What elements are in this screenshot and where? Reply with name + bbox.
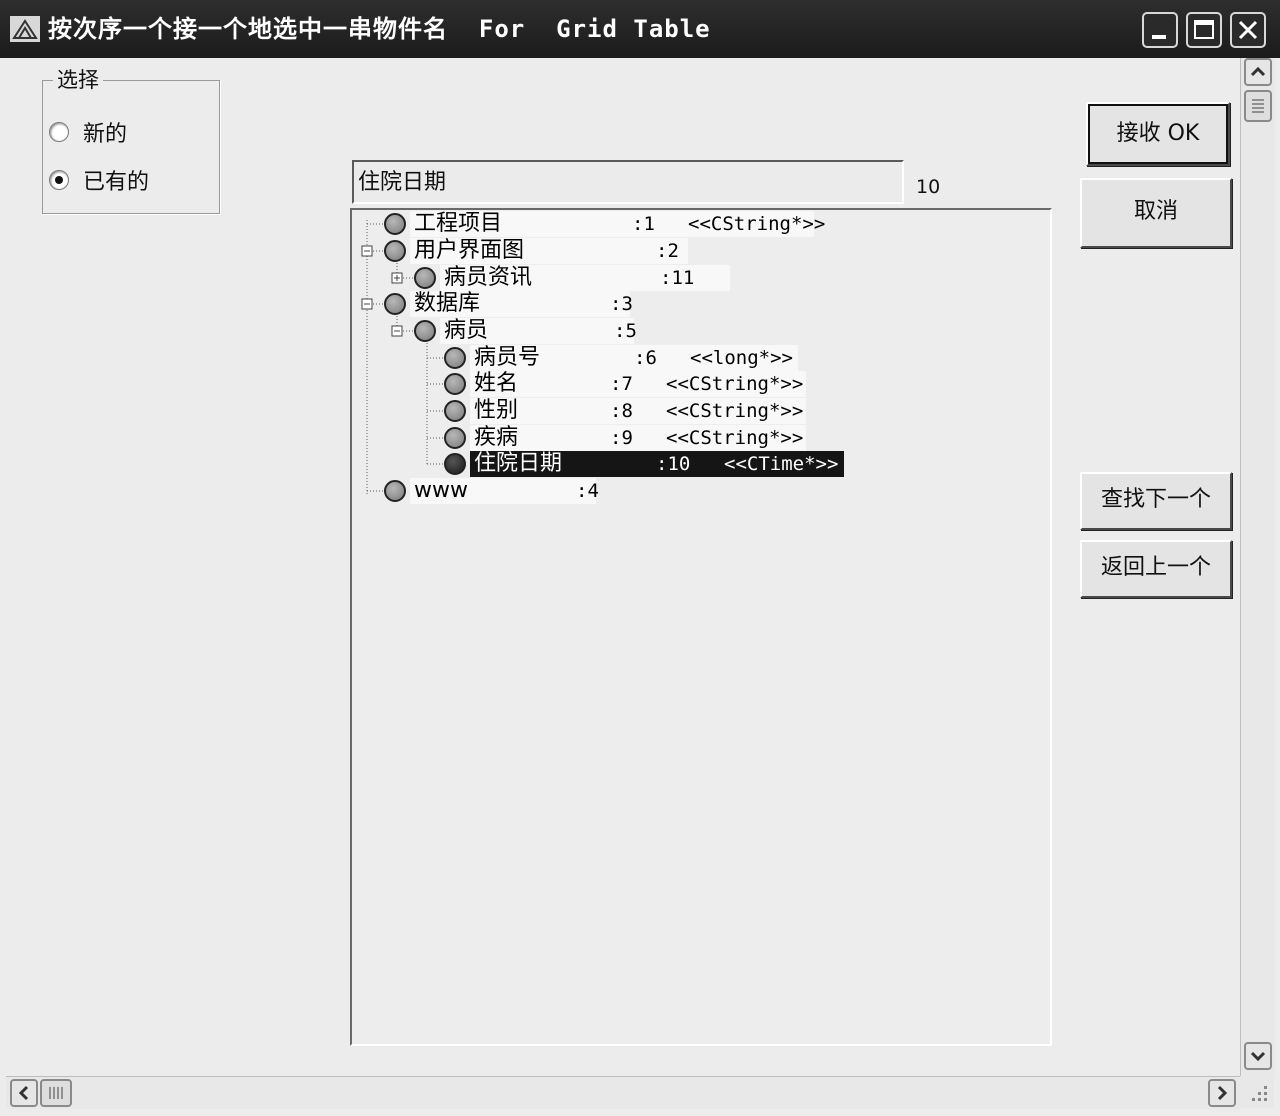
node-name: www: [414, 478, 468, 503]
close-button[interactable]: [1230, 12, 1266, 48]
grip-icon: [49, 1087, 63, 1099]
client-area: 选择 新的 已有的 住院日期 10 工程项目:1 <<CString*>> 用…: [6, 58, 1240, 1076]
dialog-window: 按次序一个接一个地选中一串物件名 For Grid Table 选择 新的 已有…: [0, 0, 1280, 1116]
node-name: 用户界面图: [414, 238, 525, 263]
radio-existing-label: 已有的: [83, 170, 150, 195]
radio-dot-icon: [55, 176, 63, 184]
cancel-button[interactable]: 取消: [1080, 178, 1232, 248]
chevron-right-icon: [1217, 1085, 1228, 1101]
horizontal-scroll-thumb[interactable]: [40, 1079, 72, 1107]
node-name: 病员资讯: [444, 265, 533, 290]
maximize-button[interactable]: [1186, 12, 1222, 48]
node-type: <<CString*>>: [666, 427, 804, 449]
node-index: :10: [656, 453, 691, 475]
scroll-left-button[interactable]: [10, 1079, 38, 1107]
chevron-left-icon: [18, 1085, 29, 1101]
close-icon: [1238, 20, 1258, 40]
node-index: :2: [656, 240, 679, 262]
node-circle-icon: [384, 240, 406, 262]
node-circle-icon: [444, 453, 466, 475]
radio-circle-icon[interactable]: [49, 170, 69, 190]
horizontal-scrollbar[interactable]: [6, 1076, 1240, 1109]
node-name: 数据库: [414, 291, 481, 316]
chevron-up-icon: [1250, 66, 1266, 77]
node-type: <<CString*>>: [688, 213, 826, 235]
maximize-icon: [1194, 20, 1214, 39]
scroll-up-button[interactable]: [1244, 58, 1272, 86]
object-tree[interactable]: 工程项目 :1 <<CString*>> 用户界面图 :2 病员资讯 :11 数…: [350, 208, 1052, 1046]
node-name: 病员: [444, 318, 489, 343]
find-next-button[interactable]: 查找下一个: [1080, 472, 1232, 530]
radio-new[interactable]: 新的: [49, 117, 127, 147]
go-back-button[interactable]: 返回上一个: [1080, 540, 1232, 598]
selection-groupbox: 选择 新的 已有的: [42, 69, 220, 214]
radio-existing[interactable]: 已有的: [49, 165, 149, 195]
radio-new-label: 新的: [83, 122, 128, 147]
node-circle-icon: [444, 400, 466, 422]
node-name: 姓名: [474, 371, 519, 396]
node-name: 性别: [474, 398, 519, 423]
resize-grip-icon: [1252, 1086, 1267, 1101]
scroll-right-button[interactable]: [1208, 1079, 1236, 1107]
node-index: :11: [660, 267, 695, 289]
scroll-down-button[interactable]: [1244, 1042, 1272, 1070]
node-index: :8: [610, 400, 633, 422]
size-grip[interactable]: [1240, 1076, 1274, 1108]
node-circle-icon: [444, 373, 466, 395]
window-title: 按次序一个接一个地选中一串物件名 For Grid Table: [48, 15, 711, 43]
node-type: <<long*>>: [690, 347, 793, 369]
item-count-label: 10: [916, 176, 941, 198]
title-bar[interactable]: 按次序一个接一个地选中一串物件名 For Grid Table: [0, 0, 1280, 58]
node-index: :3: [610, 293, 633, 315]
cancel-button-label: 取消: [1133, 199, 1178, 224]
minimize-icon: [1152, 35, 1166, 39]
ok-button[interactable]: 接收 OK: [1086, 102, 1230, 166]
node-name: 工程项目: [414, 211, 503, 236]
ok-button-label: 接收 OK: [1116, 121, 1200, 146]
node-type: <<CString*>>: [666, 400, 804, 422]
node-name: 疾病: [474, 425, 519, 450]
app-icon: [10, 16, 40, 42]
node-circle-icon: [444, 427, 466, 449]
chevron-down-icon: [1250, 1051, 1266, 1062]
node-index: :7: [610, 373, 633, 395]
vertical-scrollbar[interactable]: [1240, 58, 1275, 1076]
vertical-scroll-thumb[interactable]: [1244, 90, 1272, 122]
groupbox-label: 选择: [53, 69, 103, 91]
node-circle-icon: [414, 320, 436, 342]
object-name-input[interactable]: 住院日期: [352, 160, 904, 204]
node-name: 住院日期: [474, 451, 563, 476]
radio-circle-icon[interactable]: [49, 122, 69, 142]
node-index: :1: [632, 213, 655, 235]
node-name: 病员号: [474, 345, 541, 370]
node-circle-icon: [384, 480, 406, 502]
node-index: :9: [610, 427, 633, 449]
node-circle-icon: [414, 267, 436, 289]
node-type: <<CTime*>>: [724, 453, 839, 475]
node-circle-icon: [444, 347, 466, 369]
node-circle-icon: [384, 213, 406, 235]
node-index: :4: [576, 480, 599, 502]
node-index: :6: [634, 347, 657, 369]
node-index: :5: [614, 320, 637, 342]
go-back-button-label: 返回上一个: [1100, 555, 1211, 580]
minimize-button[interactable]: [1142, 12, 1178, 48]
find-next-button-label: 查找下一个: [1100, 487, 1211, 512]
grip-icon: [1252, 99, 1264, 113]
node-type: <<CString*>>: [666, 373, 804, 395]
node-circle-icon: [384, 293, 406, 315]
